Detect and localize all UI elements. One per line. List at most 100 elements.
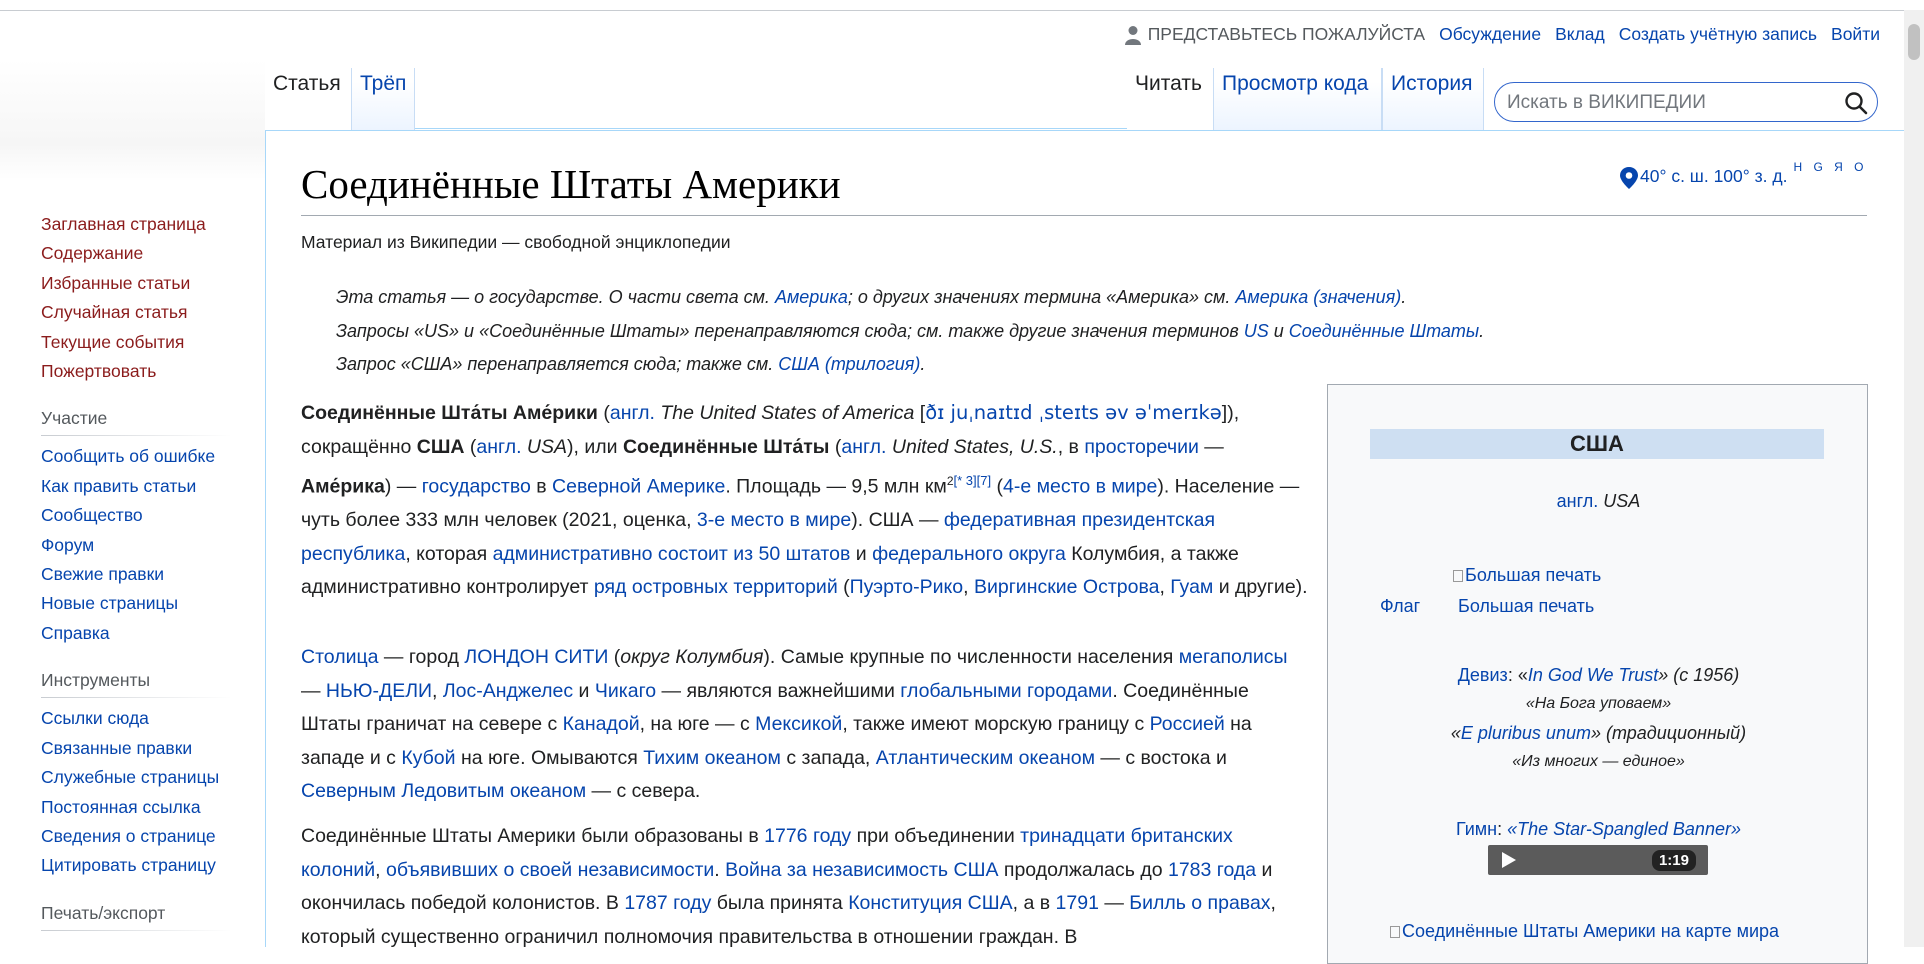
article-link[interactable]: Чикаго: [595, 680, 656, 702]
search-input[interactable]: [1505, 87, 1829, 119]
sidebar-item-cite[interactable]: Цитировать страницу: [41, 851, 241, 880]
article-link[interactable]: 1776 году: [764, 825, 851, 847]
ipa-link[interactable]: ðɪ juˌnaɪtɪd ˌsteɪts əv əˈmerɪkə: [925, 401, 1222, 424]
create-account-link[interactable]: Создать учётную запись: [1619, 24, 1817, 45]
article-link[interactable]: глобальными городами: [900, 680, 1112, 702]
article-link[interactable]: Мексикой: [755, 713, 842, 735]
article-link[interactable]: Столица: [301, 646, 379, 668]
article-link[interactable]: Северным Ледовитым океаном: [301, 780, 586, 802]
article-link[interactable]: Северной Америке: [552, 476, 725, 498]
sidebar-item-related-changes[interactable]: Связанные правки: [41, 734, 241, 763]
article-link[interactable]: федерального округа: [872, 543, 1066, 565]
reference-link[interactable]: [* 3][7]: [954, 473, 992, 488]
contributions-link[interactable]: Вклад: [1555, 24, 1605, 45]
article-link[interactable]: объявивших о своей независимости: [386, 859, 714, 881]
coordinates-link[interactable]: 40° с. ш. 100° з. д.: [1640, 166, 1787, 187]
article-link[interactable]: Билль о правах: [1129, 892, 1270, 914]
article-link[interactable]: мегаполисы: [1179, 646, 1288, 668]
article-link[interactable]: Канадой: [563, 713, 640, 735]
article-link[interactable]: Тихим океаном: [643, 747, 781, 769]
language-link[interactable]: англ.: [476, 436, 521, 458]
article-link[interactable]: Гуам: [1170, 576, 1213, 598]
sidebar-item-new-pages[interactable]: Новые страницы: [41, 589, 241, 618]
tab-read[interactable]: Читать: [1127, 68, 1213, 131]
article-link[interactable]: 1783 года: [1168, 859, 1256, 881]
language-link[interactable]: англ.: [610, 402, 655, 424]
sidebar-item-random[interactable]: Случайная статья: [41, 298, 241, 327]
tab-history[interactable]: История: [1382, 68, 1484, 136]
play-icon[interactable]: [1502, 852, 1516, 868]
flag-caption[interactable]: Флаг: [1380, 596, 1420, 616]
tab-talk[interactable]: Трёп: [351, 68, 415, 136]
text: ). Самые крупные по численности населени…: [763, 646, 1179, 668]
article-link[interactable]: просторечии: [1084, 436, 1199, 458]
map-pin-icon[interactable]: [1620, 167, 1638, 189]
article-link[interactable]: Кубой: [401, 747, 455, 769]
article-link[interactable]: 1787 году: [624, 892, 711, 914]
map-image-alt[interactable]: Соединённые Штаты Америки на карте мира: [1402, 921, 1779, 941]
text: , а в: [1012, 892, 1056, 915]
sidebar-item-recent-changes[interactable]: Свежие правки: [41, 560, 241, 589]
article-link[interactable]: ряд островных территорий: [594, 576, 838, 598]
text: при объединении: [851, 825, 1021, 847]
article-link[interactable]: Виргинские Острова: [974, 576, 1159, 598]
sidebar-item-help[interactable]: Справка: [41, 619, 241, 648]
hatnote-link[interactable]: US: [1244, 321, 1269, 341]
article-link[interactable]: 3-е место в мире: [697, 509, 851, 531]
anthem-label[interactable]: Гимн: [1456, 819, 1497, 839]
sidebar-item-community[interactable]: Сообщество: [41, 501, 241, 530]
article-link[interactable]: ЛОНДОН СИТИ: [464, 646, 608, 668]
hatnote-text: ; о других значениях термина «Америка» с…: [847, 287, 1236, 307]
article-link[interactable]: государство: [422, 476, 531, 498]
sidebar-item-main-page[interactable]: Заглавная страница: [41, 210, 241, 239]
sidebar-item-report-error[interactable]: Сообщить об ошибке: [41, 442, 241, 471]
article-link[interactable]: Россией: [1150, 713, 1225, 735]
anthem-link[interactable]: «The Star-Spangled Banner»: [1507, 819, 1741, 839]
sidebar-item-contents[interactable]: Содержание: [41, 239, 241, 268]
audio-player[interactable]: 1:19: [1488, 845, 1708, 875]
hatnote-link[interactable]: Америка: [775, 287, 848, 307]
motto-label[interactable]: Девиз: [1458, 665, 1508, 685]
map-image[interactable]: Соединённые Штаты Америки на карте мира: [1390, 921, 1830, 942]
tab-article[interactable]: Статья: [265, 68, 351, 131]
sidebar-item-page-info[interactable]: Сведения о странице: [41, 822, 241, 851]
sidebar-item-donate[interactable]: Пожертвовать: [41, 357, 241, 386]
italic-text: округ Колумбия: [620, 646, 764, 668]
article-link[interactable]: Война за независимость США: [725, 859, 998, 881]
login-link[interactable]: Войти: [1831, 24, 1880, 45]
tab-view-source[interactable]: Просмотр кода: [1213, 68, 1382, 136]
seal-image[interactable]: Большая печать: [1453, 565, 1613, 586]
article-link[interactable]: Лос-Анджелес: [443, 680, 573, 702]
article-link[interactable]: Атлантическим океаном: [876, 747, 1095, 769]
article-link[interactable]: Конституция США: [848, 892, 1012, 914]
sidebar-item-special-pages[interactable]: Служебные страницы: [41, 763, 241, 792]
motto-link[interactable]: In God We Trust: [1528, 665, 1658, 685]
scrollbar-thumb[interactable]: [1908, 24, 1920, 60]
article-link[interactable]: Пуэрто-Рико: [850, 576, 963, 598]
sidebar-heading-tools: Инструменты: [41, 670, 231, 699]
sidebar-item-what-links-here[interactable]: Ссылки сюда: [41, 704, 241, 733]
sidebar-item-forum[interactable]: Форум: [41, 531, 241, 560]
article-link[interactable]: НЬЮ-ДЕЛИ: [326, 680, 432, 702]
sidebar-item-current-events[interactable]: Текущие события: [41, 328, 241, 357]
article-link[interactable]: 1791: [1056, 892, 1099, 914]
language-link[interactable]: англ.: [841, 436, 886, 458]
hatnote-link[interactable]: США (трилогия): [778, 354, 920, 374]
sidebar-item-permalink[interactable]: Постоянная ссылка: [41, 793, 241, 822]
scrollbar[interactable]: [1904, 10, 1924, 947]
sidebar-item-featured[interactable]: Избранные статьи: [41, 269, 241, 298]
hatnote-link[interactable]: Америка (значения): [1235, 287, 1401, 307]
text: , на юге — с: [639, 713, 756, 736]
talk-link[interactable]: Обсуждение: [1439, 24, 1541, 45]
seal-image-alt[interactable]: Большая печать: [1465, 565, 1601, 585]
search-icon[interactable]: [1843, 90, 1869, 116]
italic-text: The United States of America: [654, 402, 915, 424]
language-link[interactable]: англ.: [1557, 491, 1599, 511]
map-services-links[interactable]: H G Я O: [1793, 160, 1867, 174]
seal-caption[interactable]: Большая печать: [1458, 596, 1594, 616]
sidebar-item-how-to-edit[interactable]: Как править статьи: [41, 472, 241, 501]
article-link[interactable]: 4-е место в мире: [1003, 476, 1157, 498]
motto2-link[interactable]: E pluribus unum: [1461, 723, 1591, 743]
hatnote-link[interactable]: Соединённые Штаты: [1289, 321, 1479, 341]
article-link[interactable]: административно состоит из 50 штатов: [493, 543, 851, 565]
